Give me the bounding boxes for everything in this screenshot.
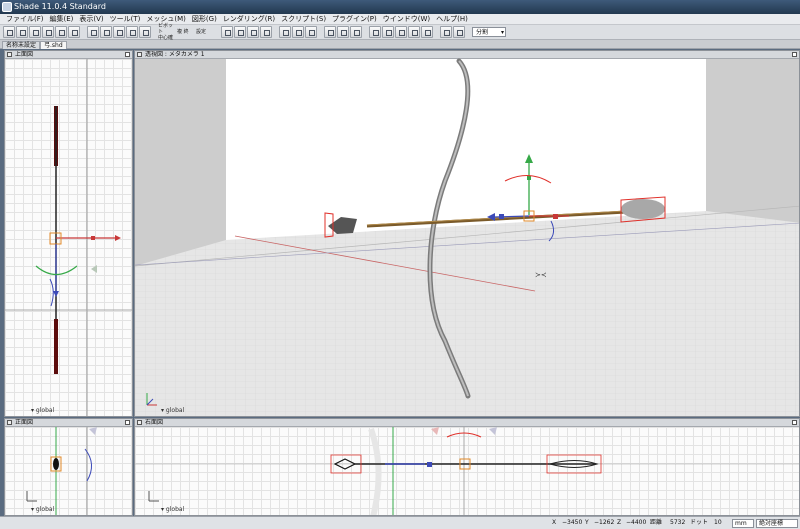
shaded-icon[interactable] <box>337 26 349 38</box>
bow-limb-bottom <box>54 319 58 374</box>
object-mode-icon[interactable] <box>453 26 465 38</box>
perspective-pane[interactable]: 透視図 : メタカメラ 1 ≻≺ ▾ global <box>134 50 800 417</box>
layout-quad-icon[interactable] <box>305 26 317 38</box>
distance-label: 距離 <box>650 519 663 526</box>
tab-untitled[interactable]: 名称未設定 <box>2 41 41 49</box>
select-icon[interactable] <box>87 26 99 38</box>
menu-tools[interactable]: ツール(T) <box>110 14 141 25</box>
z-value: −4400 <box>626 519 647 526</box>
copy-label: 複 終 <box>177 29 189 35</box>
wireframe-icon[interactable] <box>324 26 336 38</box>
menu-rendering[interactable]: レンダリング(R) <box>223 14 275 25</box>
render-window-icon[interactable] <box>29 26 41 38</box>
window-title: Shade 11.0.4 Standard <box>14 2 106 11</box>
scale-icon[interactable] <box>113 26 125 38</box>
x-label: X <box>552 519 557 526</box>
layout-single-icon[interactable] <box>279 26 291 38</box>
rotate-icon[interactable] <box>126 26 138 38</box>
tab-bow[interactable]: 弓.shd <box>40 41 67 49</box>
top-view-pane[interactable]: 上面図 ▾ global <box>4 50 133 417</box>
menu-edit[interactable]: 編集(E) <box>50 14 74 25</box>
menu-help[interactable]: ヘルプ(H) <box>436 14 468 25</box>
layout-split-icon[interactable] <box>292 26 304 38</box>
snap-line-icon[interactable] <box>247 26 259 38</box>
top-view-global: ▾ global <box>31 407 55 414</box>
axis-toggle-icon[interactable] <box>382 26 394 38</box>
front-view-global: ▾ global <box>31 506 55 513</box>
menu-view[interactable]: 表示(V) <box>79 14 103 25</box>
surface-icon[interactable] <box>42 26 54 38</box>
menu-shape[interactable]: 図形(G) <box>192 14 217 25</box>
menu-window[interactable]: ウインドウ(W) <box>383 14 430 25</box>
right-view-drawing <box>135 427 799 515</box>
status-bar: X −3450 Y −1262 Z −4400 距離 5732 ドット 10 m… <box>0 516 800 529</box>
y-value: −1262 <box>594 519 615 526</box>
right-view-pane[interactable]: 右面図 ▾ global <box>134 418 800 516</box>
perspective-viewport[interactable]: ≻≺ <box>135 51 800 417</box>
y-label: Y <box>585 519 589 526</box>
shear-icon[interactable] <box>139 26 151 38</box>
arrow-fletching <box>621 199 665 219</box>
handle-toggle-icon[interactable] <box>408 26 420 38</box>
mode-select[interactable]: 分割 <box>472 27 506 37</box>
dot-label: ドット <box>690 519 709 526</box>
right-view-global: ▾ global <box>161 506 185 513</box>
axis-gizmo-icon <box>26 491 37 502</box>
mesh-mode-icon[interactable] <box>440 26 452 38</box>
figure-window-icon[interactable] <box>16 26 28 38</box>
pivot-label: ピボット 中心確 <box>158 23 174 41</box>
light-icon[interactable] <box>55 26 67 38</box>
front-view-drawing <box>26 427 97 515</box>
set-label: 設定 <box>196 29 207 35</box>
view-camera-icon[interactable] <box>421 26 433 38</box>
app-icon <box>2 2 12 12</box>
snap-face-icon[interactable] <box>260 26 272 38</box>
snap-point-icon[interactable] <box>234 26 246 38</box>
coord-mode-select[interactable]: 絶対座標 <box>756 519 798 528</box>
distance-value: 5732 <box>670 519 686 526</box>
axis-gizmo-icon <box>148 491 159 502</box>
menu-file[interactable]: ファイル(F) <box>6 14 44 25</box>
dot-value: 10 <box>714 519 722 526</box>
menu-bar: ファイル(F) 編集(E) 表示(V) ツール(T) メッシュ(M) 図形(G)… <box>0 14 800 25</box>
perspective-global: ▾ global <box>161 407 185 414</box>
menu-script[interactable]: スクリプト(S) <box>281 14 326 25</box>
menu-plugin[interactable]: プラグイン(P) <box>332 14 377 25</box>
main-toolbar: ピボット 中心確 複 終 設定 分割 <box>0 23 800 41</box>
document-tabs: 名称未設定 弓.shd <box>0 40 800 49</box>
svg-text:≻≺: ≻≺ <box>535 271 547 279</box>
x-value: −3450 <box>562 519 583 526</box>
z-label: Z <box>617 519 622 526</box>
camera-icon[interactable] <box>68 26 80 38</box>
bounding-box-icon[interactable] <box>395 26 407 38</box>
unit-select[interactable]: mm <box>732 519 754 528</box>
browser-icon[interactable] <box>3 26 15 38</box>
grid-toggle-icon[interactable] <box>369 26 381 38</box>
snap-grid-icon[interactable] <box>221 26 233 38</box>
window-titlebar: Shade 11.0.4 Standard <box>0 0 800 14</box>
move-icon[interactable] <box>100 26 112 38</box>
top-view-drawing <box>5 59 132 416</box>
front-view-pane[interactable]: 正面図 ▾ global <box>4 418 133 516</box>
texture-icon[interactable] <box>350 26 362 38</box>
